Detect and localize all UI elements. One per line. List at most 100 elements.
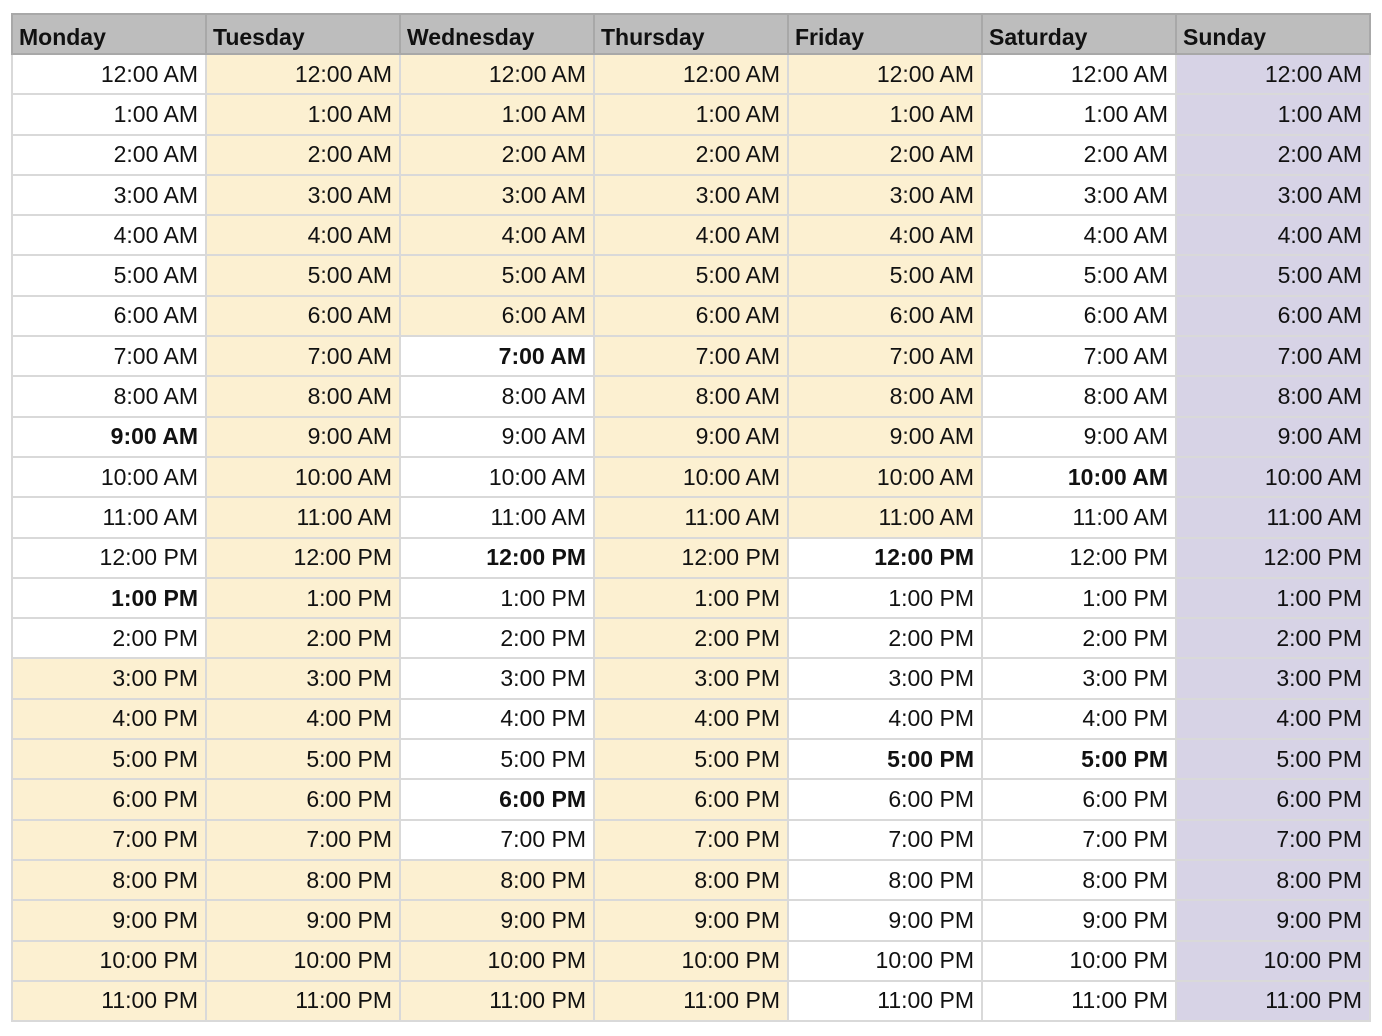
time-slot-cell[interactable]: 12:00 PM (787, 536, 983, 579)
time-slot-cell[interactable]: 4:00 PM (205, 697, 401, 741)
time-slot-cell[interactable]: 9:00 PM (593, 899, 789, 942)
time-slot-cell[interactable]: 3:00 PM (787, 657, 983, 700)
time-slot-cell[interactable]: 4:00 AM (981, 214, 1177, 257)
day-header[interactable]: Thursday (593, 13, 789, 55)
time-slot-cell[interactable]: 8:00 AM (981, 375, 1177, 418)
time-slot-cell[interactable]: 3:00 PM (11, 657, 207, 700)
time-slot-cell[interactable]: 6:00 PM (1175, 778, 1371, 821)
time-slot-cell[interactable]: 11:00 AM (205, 496, 401, 539)
time-slot-cell[interactable]: 12:00 AM (399, 52, 595, 96)
time-slot-cell[interactable]: 10:00 PM (593, 939, 789, 982)
time-slot-cell[interactable]: 9:00 PM (1175, 899, 1371, 942)
time-slot-cell[interactable]: 12:00 AM (1175, 52, 1371, 96)
time-slot-cell[interactable]: 1:00 PM (981, 576, 1177, 620)
time-slot-cell[interactable]: 11:00 AM (593, 496, 789, 539)
time-slot-cell[interactable]: 6:00 AM (205, 294, 401, 338)
time-slot-cell[interactable]: 6:00 AM (593, 294, 789, 338)
time-slot-cell[interactable]: 10:00 PM (205, 939, 401, 982)
time-slot-cell[interactable]: 10:00 PM (11, 939, 207, 982)
time-slot-cell[interactable]: 1:00 AM (11, 93, 207, 136)
time-slot-cell[interactable]: 3:00 AM (593, 173, 789, 217)
time-slot-cell[interactable]: 10:00 AM (205, 455, 401, 499)
time-slot-cell[interactable]: 2:00 AM (593, 133, 789, 176)
time-slot-cell[interactable]: 9:00 AM (787, 415, 983, 458)
time-slot-cell[interactable]: 4:00 PM (399, 697, 595, 741)
time-slot-cell[interactable]: 5:00 PM (593, 738, 789, 781)
time-slot-cell[interactable]: 6:00 AM (981, 294, 1177, 338)
time-slot-cell[interactable]: 3:00 PM (205, 657, 401, 700)
time-slot-cell[interactable]: 2:00 PM (787, 617, 983, 660)
time-slot-cell[interactable]: 9:00 AM (1175, 415, 1371, 458)
time-slot-cell[interactable]: 6:00 PM (11, 778, 207, 821)
time-slot-cell[interactable]: 3:00 AM (1175, 173, 1371, 217)
time-slot-cell[interactable]: 6:00 AM (399, 294, 595, 338)
day-header[interactable]: Friday (787, 13, 983, 55)
time-slot-cell[interactable]: 2:00 PM (593, 617, 789, 660)
time-slot-cell[interactable]: 7:00 PM (1175, 818, 1371, 861)
time-slot-cell[interactable]: 1:00 AM (205, 93, 401, 136)
time-slot-cell[interactable]: 8:00 AM (11, 375, 207, 418)
time-slot-cell[interactable]: 5:00 PM (11, 738, 207, 781)
time-slot-cell[interactable]: 9:00 PM (787, 899, 983, 942)
time-slot-cell[interactable]: 12:00 AM (593, 52, 789, 96)
time-slot-cell[interactable]: 7:00 AM (787, 335, 983, 378)
time-slot-cell[interactable]: 5:00 AM (593, 254, 789, 297)
day-header[interactable]: Monday (11, 13, 207, 55)
day-header[interactable]: Saturday (981, 13, 1177, 55)
time-slot-cell[interactable]: 5:00 PM (399, 738, 595, 781)
time-slot-cell[interactable]: 8:00 PM (593, 858, 789, 902)
time-slot-cell[interactable]: 11:00 AM (981, 496, 1177, 539)
time-slot-cell[interactable]: 7:00 PM (399, 818, 595, 861)
time-slot-cell[interactable]: 10:00 AM (787, 455, 983, 499)
time-slot-cell[interactable]: 4:00 PM (1175, 697, 1371, 741)
time-slot-cell[interactable]: 4:00 PM (11, 697, 207, 741)
time-slot-cell[interactable]: 6:00 PM (399, 778, 595, 821)
time-slot-cell[interactable]: 8:00 AM (205, 375, 401, 418)
time-slot-cell[interactable]: 6:00 AM (11, 294, 207, 338)
time-slot-cell[interactable]: 5:00 PM (981, 738, 1177, 781)
time-slot-cell[interactable]: 9:00 AM (593, 415, 789, 458)
time-slot-cell[interactable]: 7:00 AM (1175, 335, 1371, 378)
time-slot-cell[interactable]: 4:00 AM (399, 214, 595, 257)
time-slot-cell[interactable]: 2:00 AM (981, 133, 1177, 176)
time-slot-cell[interactable]: 8:00 PM (399, 858, 595, 902)
time-slot-cell[interactable]: 5:00 AM (787, 254, 983, 297)
time-slot-cell[interactable]: 12:00 AM (205, 52, 401, 96)
time-slot-cell[interactable]: 12:00 PM (205, 536, 401, 579)
time-slot-cell[interactable]: 5:00 AM (11, 254, 207, 297)
time-slot-cell[interactable]: 10:00 PM (1175, 939, 1371, 982)
time-slot-cell[interactable]: 2:00 AM (787, 133, 983, 176)
time-slot-cell[interactable]: 10:00 AM (593, 455, 789, 499)
time-slot-cell[interactable]: 8:00 AM (399, 375, 595, 418)
time-slot-cell[interactable]: 5:00 AM (205, 254, 401, 297)
time-slot-cell[interactable]: 3:00 AM (981, 173, 1177, 217)
time-slot-cell[interactable]: 9:00 AM (399, 415, 595, 458)
time-slot-cell[interactable]: 4:00 PM (593, 697, 789, 741)
time-slot-cell[interactable]: 6:00 AM (787, 294, 983, 338)
day-header[interactable]: Tuesday (205, 13, 401, 55)
time-slot-cell[interactable]: 8:00 PM (1175, 858, 1371, 902)
time-slot-cell[interactable]: 11:00 AM (787, 496, 983, 539)
time-slot-cell[interactable]: 7:00 AM (11, 335, 207, 378)
time-slot-cell[interactable]: 10:00 AM (11, 455, 207, 499)
time-slot-cell[interactable]: 7:00 AM (981, 335, 1177, 378)
time-slot-cell[interactable]: 6:00 AM (1175, 294, 1371, 338)
time-slot-cell[interactable]: 1:00 AM (593, 93, 789, 136)
time-slot-cell[interactable]: 1:00 PM (205, 576, 401, 620)
time-slot-cell[interactable]: 4:00 AM (11, 214, 207, 257)
time-slot-cell[interactable]: 12:00 AM (11, 52, 207, 96)
time-slot-cell[interactable]: 11:00 PM (399, 979, 595, 1023)
time-slot-cell[interactable]: 3:00 AM (205, 173, 401, 217)
time-slot-cell[interactable]: 10:00 AM (1175, 455, 1371, 499)
time-slot-cell[interactable]: 5:00 AM (399, 254, 595, 297)
time-slot-cell[interactable]: 2:00 PM (399, 617, 595, 660)
time-slot-cell[interactable]: 3:00 PM (399, 657, 595, 700)
time-slot-cell[interactable]: 7:00 PM (11, 818, 207, 861)
time-slot-cell[interactable]: 7:00 PM (981, 818, 1177, 861)
time-slot-cell[interactable]: 9:00 PM (399, 899, 595, 942)
time-slot-cell[interactable]: 6:00 PM (205, 778, 401, 821)
time-slot-cell[interactable]: 4:00 PM (787, 697, 983, 741)
time-slot-cell[interactable]: 2:00 AM (11, 133, 207, 176)
time-slot-cell[interactable]: 10:00 AM (399, 455, 595, 499)
time-slot-cell[interactable]: 2:00 PM (205, 617, 401, 660)
